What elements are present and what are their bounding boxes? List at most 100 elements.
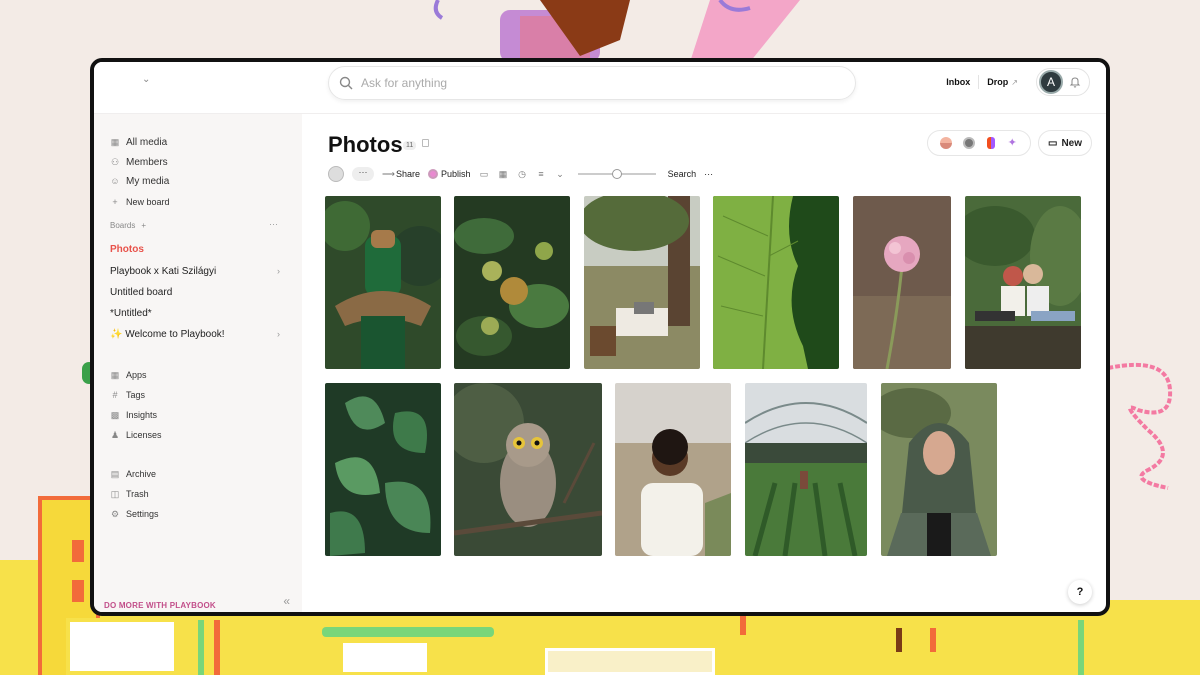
user-menu[interactable]: A <box>1036 68 1090 96</box>
background-decoration <box>198 620 204 675</box>
sidebar-board-playbook-kati[interactable]: Playbook x Kati Szilágyi › <box>110 263 280 279</box>
add-board-plus-icon[interactable]: + <box>141 221 146 230</box>
search-button[interactable]: Search <box>668 169 697 179</box>
sidebar-item-members[interactable]: ⚇ Members <box>110 154 168 170</box>
photo-owl-branch[interactable] <box>454 383 602 556</box>
photo-woman-headscarf[interactable] <box>881 383 997 556</box>
photo-smiling-man[interactable] <box>615 383 731 556</box>
search-icon <box>339 76 353 90</box>
board-toolbar: ··· ⟶ Share Publish ▭ ▦ ◷ ≡ ⌄ Search ··· <box>328 166 713 182</box>
gear-icon: ⚙ <box>110 509 120 519</box>
top-bar: ⌄ Inbox Drop↗ A <box>94 62 1106 114</box>
sidebar-item-insights[interactable]: ▩ Insights <box>110 407 157 423</box>
board-label: Photos <box>110 243 144 255</box>
grid-view-icon[interactable]: ▦ <box>498 169 509 180</box>
photo-tomato-plant[interactable] <box>454 196 570 369</box>
search-input[interactable] <box>361 76 801 90</box>
bookmark-icon[interactable] <box>422 139 429 147</box>
sidebar-board-untitled[interactable]: Untitled board <box>110 284 280 300</box>
hash-icon: # <box>112 390 118 400</box>
photo-typewriter-field[interactable] <box>584 196 700 369</box>
new-button[interactable]: ▭ New <box>1038 130 1092 156</box>
photo-leaf-shadow[interactable] <box>713 196 839 369</box>
collaborators-more-button[interactable]: ··· <box>352 167 374 181</box>
sparkle-icon[interactable]: ✦ <box>1006 137 1018 149</box>
license-icon: ♟ <box>110 430 120 440</box>
sidebar-item-label: Insights <box>126 410 158 420</box>
collapse-sidebar-icon[interactable]: « <box>283 594 290 608</box>
workspace-chevron-down-icon[interactable]: ⌄ <box>142 74 150 85</box>
chevron-right-icon[interactable]: › <box>277 329 280 339</box>
sidebar-item-label: All media <box>126 136 168 148</box>
item-count-badge: 11 <box>403 141 417 150</box>
sidebar-board-untitled-star[interactable]: *Untitled* <box>110 305 280 321</box>
collaborator-avatar[interactable] <box>328 166 344 182</box>
figma-icon[interactable] <box>986 137 995 149</box>
integrations-group[interactable]: ✦ <box>927 130 1031 156</box>
photo-two-women-log[interactable] <box>965 196 1081 369</box>
sidebar-board-photos[interactable]: Photos <box>110 241 280 257</box>
sidebar-item-trash[interactable]: ◫ Trash <box>110 486 149 502</box>
apps-icon: ▦ <box>110 370 120 380</box>
avatar[interactable]: A <box>1039 70 1063 94</box>
background-decoration <box>322 627 494 637</box>
chevron-down-icon[interactable]: ⌄ <box>555 169 566 180</box>
sidebar-item-settings[interactable]: ⚙ Settings <box>110 506 159 522</box>
background-decoration <box>1078 620 1084 675</box>
smiley-icon: ☺ <box>110 176 120 186</box>
top-right-controls: Inbox Drop ↗ A <box>938 68 1090 96</box>
zoom-slider-knob[interactable] <box>611 169 622 179</box>
zoom-slider[interactable] <box>577 169 656 179</box>
background-swirl <box>1107 360 1188 490</box>
folder-view-icon[interactable]: ▭ <box>479 169 490 180</box>
more-options-icon[interactable]: ··· <box>704 169 713 179</box>
background-building <box>0 560 40 675</box>
publish-button[interactable]: Publish <box>428 169 471 179</box>
new-file-icon: ▭ <box>1047 137 1058 149</box>
sidebar-item-apps[interactable]: ▦ Apps <box>110 367 147 383</box>
trash-icon: ◫ <box>110 489 120 499</box>
background-illustration <box>430 0 810 62</box>
sidebar-item-tags[interactable]: # Tags <box>110 387 145 403</box>
photo-pink-flower[interactable] <box>853 196 951 369</box>
share-button[interactable]: ⟶ Share <box>382 169 420 180</box>
background-building <box>340 640 430 675</box>
sidebar-board-welcome[interactable]: ✨ Welcome to Playbook! › <box>110 326 280 342</box>
archive-icon: ▤ <box>110 469 120 479</box>
app-integration-icon[interactable] <box>939 137 952 149</box>
sidebar-footer-link[interactable]: DO MORE WITH PLAYBOOK <box>104 601 216 610</box>
background-building <box>66 618 178 675</box>
help-button[interactable]: ? <box>1068 580 1092 604</box>
sidebar-item-label: Settings <box>126 509 159 519</box>
app-window: ⌄ Inbox Drop↗ A ▦ All media ⚇ Members ☺ My … <box>90 58 1110 616</box>
inbox-label: Inbox <box>946 77 971 87</box>
boards-header: Boards + <box>110 221 146 230</box>
boards-more-icon[interactable]: ··· <box>269 219 278 229</box>
openai-icon[interactable] <box>963 137 976 149</box>
search-bar[interactable] <box>328 66 856 100</box>
background-decoration <box>214 620 220 675</box>
sidebar-item-my-media[interactable]: ☺ My media <box>110 173 169 189</box>
sidebar-item-label: Apps <box>126 370 147 380</box>
chevron-right-icon[interactable]: › <box>277 266 280 276</box>
photo-woman-green-braids[interactable] <box>325 196 441 369</box>
photo-leafy-plants[interactable] <box>325 383 441 556</box>
main-content: Photos 11 ✦ ▭ New ··· ⟶ Share Publish ▭ ▦… <box>302 114 1106 612</box>
clock-icon[interactable]: ◷ <box>517 169 528 180</box>
board-label: *Untitled* <box>110 307 152 319</box>
list-sort-icon[interactable]: ≡ <box>536 169 547 180</box>
sidebar-item-all-media[interactable]: ▦ All media <box>110 134 167 150</box>
page-title: Photos <box>328 132 403 157</box>
drop-link[interactable]: Drop ↗ <box>979 77 1026 87</box>
photo-greenhouse[interactable] <box>745 383 867 556</box>
sidebar-item-archive[interactable]: ▤ Archive <box>110 466 156 482</box>
sidebar-item-label: Trash <box>126 489 149 499</box>
bell-icon[interactable] <box>1069 76 1087 88</box>
inbox-link[interactable]: Inbox <box>938 77 978 87</box>
sidebar-item-new-board[interactable]: + New board <box>110 194 169 210</box>
sidebar-item-label: Members <box>126 156 168 168</box>
share-icon: ⟶ <box>382 168 395 179</box>
publish-label: Publish <box>441 169 471 179</box>
sidebar-item-label: Licenses <box>126 430 162 440</box>
sidebar-item-licenses[interactable]: ♟ Licenses <box>110 427 162 443</box>
